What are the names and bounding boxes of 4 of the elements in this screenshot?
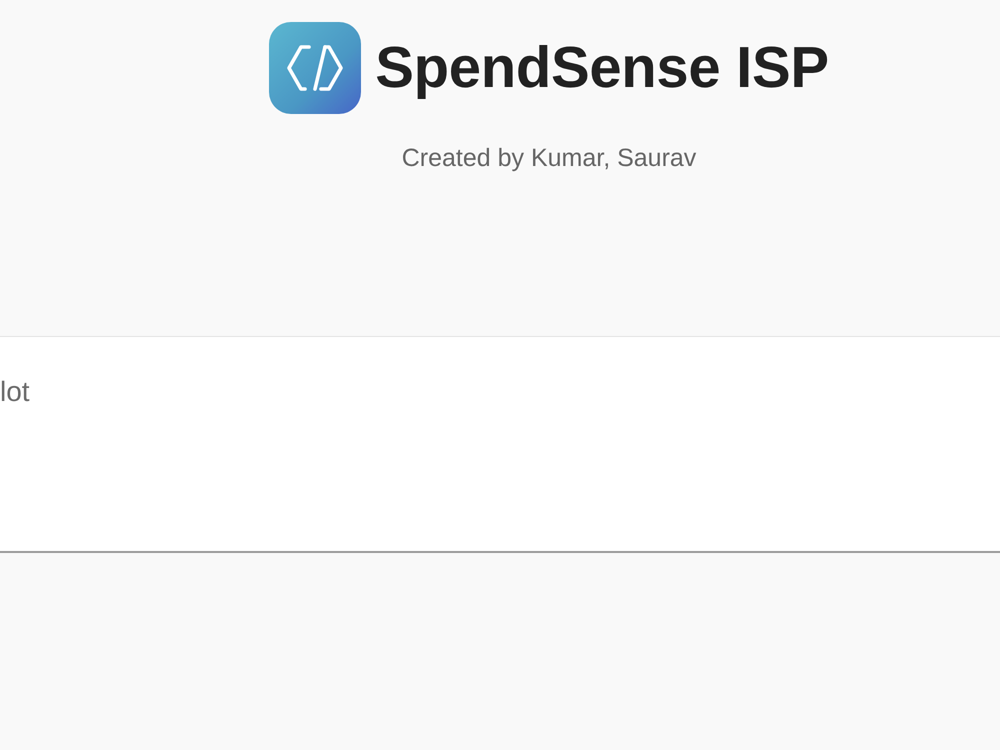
app-title: SpendSense ISP xyxy=(375,39,829,97)
app-logo-icon xyxy=(269,22,362,114)
text-field[interactable]: lot xyxy=(0,336,1000,553)
subtitle: Created by Kumar, Saurav xyxy=(402,143,696,174)
